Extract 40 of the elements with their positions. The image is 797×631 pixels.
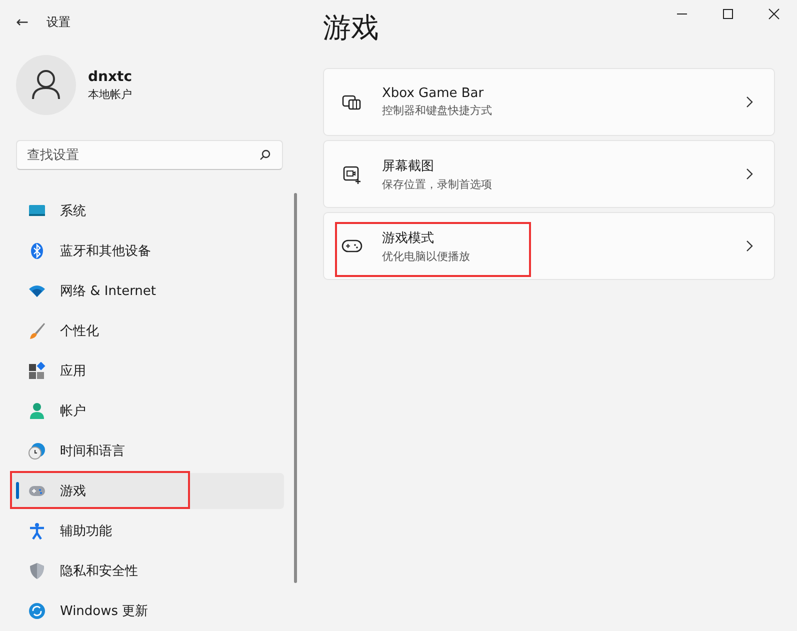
avatar-icon: [16, 55, 76, 115]
accessibility-icon: [28, 522, 46, 540]
settings-card[interactable]: 屏幕截图 保存位置，录制首选项: [323, 140, 775, 208]
settings-card[interactable]: 游戏模式 优化电脑以便播放: [323, 212, 775, 280]
sidebar-item[interactable]: Windows 更新: [12, 593, 284, 629]
chevron-icon: [744, 167, 754, 181]
clock-icon: [28, 442, 46, 460]
user-name: dnxtc: [88, 68, 132, 84]
brush-icon: [28, 322, 46, 340]
sidebar-item[interactable]: 辅助功能: [12, 513, 284, 549]
apps-icon: [28, 362, 46, 380]
page-title: 游戏: [323, 10, 379, 46]
card-subtitle: 优化电脑以便播放: [382, 248, 471, 264]
person-icon: [28, 402, 46, 420]
chevron-icon: [744, 95, 754, 109]
bluetooth-icon: [28, 242, 46, 260]
card-title: 游戏模式: [382, 230, 435, 246]
sidebar-item[interactable]: 系统: [12, 193, 284, 229]
sidebar-item[interactable]: 应用: [12, 353, 284, 389]
search-icon: [259, 149, 271, 161]
update-icon: [28, 602, 46, 620]
sidebar-item[interactable]: 帐户: [12, 393, 284, 429]
card-subtitle: 保存位置，录制首选项: [382, 176, 493, 192]
account-type: 本地帐户: [88, 86, 132, 102]
chevron-icon: [744, 239, 754, 253]
settings-card[interactable]: Xbox Game Bar 控制器和键盘快捷方式: [323, 68, 775, 136]
card-subtitle: 控制器和键盘快捷方式: [382, 103, 493, 118]
scrollbar[interactable]: [294, 193, 297, 583]
sidebar-item[interactable]: 隐私和安全性: [12, 553, 284, 589]
sidebar-item[interactable]: 个性化: [12, 313, 284, 349]
window-title: 设置: [46, 14, 71, 30]
back-button[interactable]: ←: [16, 13, 29, 31]
search-field[interactable]: 查找设置: [16, 140, 283, 170]
sidebar-item[interactable]: 游戏: [12, 473, 284, 509]
shield-icon: [28, 562, 46, 580]
card-title: Xbox Game Bar: [382, 86, 485, 101]
sidebar-item[interactable]: 蓝牙和其他设备: [12, 233, 284, 269]
sidebar-item[interactable]: 网络 & Internet: [12, 273, 284, 309]
card-title: 屏幕截图: [382, 158, 435, 174]
sidebar-item[interactable]: 时间和语言: [12, 433, 284, 469]
